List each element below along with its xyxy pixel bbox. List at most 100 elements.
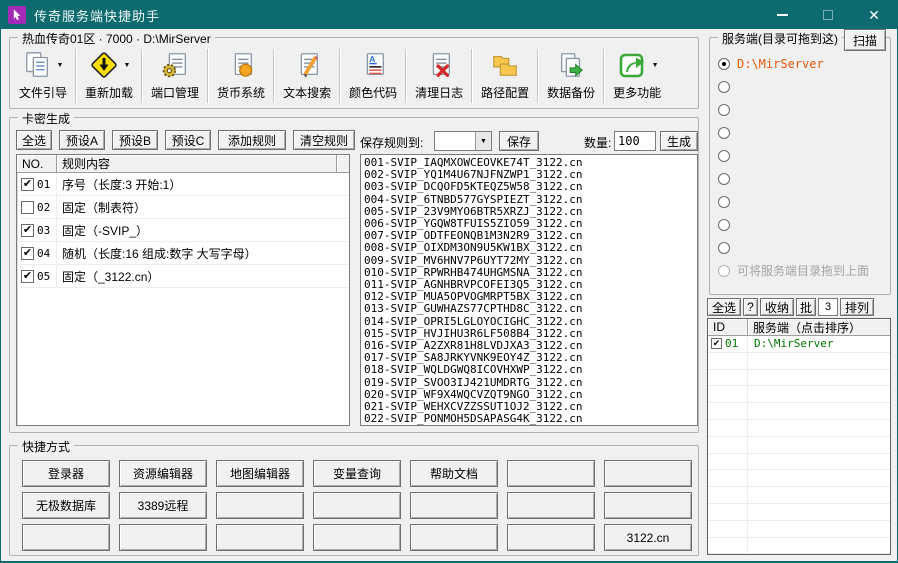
generated-code-item[interactable]: 018-SVIP_WQLDGWQ8ICOVHXWP_3122.cn bbox=[364, 364, 694, 376]
rules-col-content[interactable]: 规则内容 bbox=[57, 155, 337, 173]
server-slot-6[interactable] bbox=[718, 167, 886, 190]
server-slot-5[interactable] bbox=[718, 144, 886, 167]
rule-row[interactable]: ✔05固定（_3122.cn） bbox=[17, 265, 349, 288]
server-slot-10[interactable]: 可将服务端目录拖到上面 bbox=[718, 259, 886, 282]
radio-icon[interactable] bbox=[718, 196, 730, 208]
add-rule-button[interactable]: 添加规则 bbox=[218, 130, 286, 150]
server-slot-9[interactable] bbox=[718, 236, 886, 259]
shortcut-button-1-3[interactable]: 地图编辑器 bbox=[216, 460, 304, 487]
rule-checkbox[interactable] bbox=[21, 201, 34, 214]
toolbar-button-text-search[interactable]: 文本搜索 bbox=[278, 46, 336, 106]
rule-row[interactable]: 02固定（制表符） bbox=[17, 196, 349, 219]
rule-row[interactable]: ✔04随机（长度:16 组成:数字 大写字母） bbox=[17, 242, 349, 265]
toolbar-button-reload[interactable]: ▼重新加载 bbox=[80, 46, 138, 106]
generated-code-item[interactable]: 008-SVIP_OIXDM3ON9U5KW1BX_3122.cn bbox=[364, 242, 694, 254]
generated-code-item[interactable]: 009-SVIP_MV6HNV7P6UYT72MY_3122.cn bbox=[364, 255, 694, 267]
shortcut-button-empty[interactable] bbox=[507, 460, 595, 487]
server-col-path[interactable]: 服务端（点击排序） bbox=[748, 319, 890, 336]
toolbar-button-clean-log[interactable]: 清理日志 bbox=[410, 46, 468, 106]
shortcut-button-1-1[interactable]: 登录器 bbox=[22, 460, 110, 487]
rule-checkbox[interactable]: ✔ bbox=[21, 224, 34, 237]
combobox-arrow-icon[interactable]: ▼ bbox=[475, 132, 491, 150]
toolbar-button-currency[interactable]: 货币系统 bbox=[212, 46, 270, 106]
rule-row[interactable]: ✔01序号（长度:3 开始:1） bbox=[17, 173, 349, 196]
server-slot-3[interactable] bbox=[718, 98, 886, 121]
rule-checkbox[interactable]: ✔ bbox=[21, 270, 34, 283]
arrange-button[interactable]: 排列 bbox=[840, 298, 874, 316]
rule-row[interactable]: ✔03固定（-SVIP_） bbox=[17, 219, 349, 242]
server-slot-7[interactable] bbox=[718, 190, 886, 213]
radio-icon[interactable] bbox=[718, 150, 730, 162]
shortcut-button-empty[interactable] bbox=[313, 492, 401, 519]
generated-codes-list[interactable]: 001-SVIP_IAQMXOWCEOVKE74T_3122.cn002-SVI… bbox=[360, 154, 698, 426]
shortcut-button-empty[interactable] bbox=[313, 524, 401, 551]
radio-icon[interactable] bbox=[718, 104, 730, 116]
server-slot-2[interactable] bbox=[718, 75, 886, 98]
quantity-input[interactable]: 100 bbox=[614, 131, 656, 151]
radio-icon[interactable] bbox=[718, 81, 730, 93]
toolbar-button-path-config[interactable]: 路径配置 bbox=[476, 46, 534, 106]
shortcut-button-3-7[interactable]: 3122.cn bbox=[604, 524, 692, 551]
shortcut-button-1-2[interactable]: 资源编辑器 bbox=[119, 460, 207, 487]
rule-checkbox[interactable]: ✔ bbox=[21, 247, 34, 260]
server-slot-1[interactable]: D:\MirServer bbox=[718, 52, 886, 75]
help-button[interactable]: ? bbox=[743, 298, 758, 316]
preset-c-button[interactable]: 预设C bbox=[165, 130, 211, 150]
shortcut-button-empty[interactable] bbox=[410, 524, 498, 551]
shortcut-button-empty[interactable] bbox=[22, 524, 110, 551]
shortcut-button-empty[interactable] bbox=[604, 460, 692, 487]
save-button[interactable]: 保存 bbox=[499, 131, 539, 151]
radio-icon[interactable] bbox=[718, 219, 730, 231]
shortcut-button-2-2[interactable]: 3389远程 bbox=[119, 492, 207, 519]
dropdown-arrow-icon[interactable]: ▼ bbox=[652, 62, 659, 69]
shortcut-button-1-5[interactable]: 帮助文档 bbox=[410, 460, 498, 487]
preset-a-button[interactable]: 预设A bbox=[59, 130, 105, 150]
select-all-rules-button[interactable]: 全选 bbox=[16, 130, 52, 150]
rules-col-no[interactable]: NO. bbox=[17, 155, 57, 173]
server-slot-4[interactable] bbox=[718, 121, 886, 144]
scan-button[interactable]: 扫描 bbox=[844, 29, 886, 51]
toolbar-button-data-backup[interactable]: 数据备份 bbox=[542, 46, 600, 106]
generated-code-item[interactable]: 014-SVIP_OPRI5LGLOYOCIGHC_3122.cn bbox=[364, 316, 694, 328]
generated-code-item[interactable]: 022-SVIP_PONMOH5DSAPASG4K_3122.cn bbox=[364, 413, 694, 425]
shortcut-button-2-1[interactable]: 无极数据库 bbox=[22, 492, 110, 519]
shortcut-button-empty[interactable] bbox=[507, 524, 595, 551]
batch-button[interactable]: 批 bbox=[796, 298, 816, 316]
save-target-combobox[interactable]: ▼ bbox=[434, 131, 492, 151]
generate-button[interactable]: 生成 bbox=[660, 131, 698, 151]
dropdown-arrow-icon[interactable]: ▼ bbox=[124, 62, 131, 69]
clear-rules-button[interactable]: 清空规则 bbox=[293, 130, 355, 150]
shortcut-button-1-4[interactable]: 变量查询 bbox=[313, 460, 401, 487]
shortcut-button-empty[interactable] bbox=[507, 492, 595, 519]
shortcut-button-empty[interactable] bbox=[604, 492, 692, 519]
server-slot-8[interactable] bbox=[718, 213, 886, 236]
toolbar-button-more-functions[interactable]: ▼更多功能 bbox=[608, 46, 666, 106]
close-button[interactable]: ✕ bbox=[851, 1, 897, 29]
shortcut-button-empty[interactable] bbox=[119, 524, 207, 551]
batch-count-input[interactable]: 3 bbox=[818, 298, 838, 316]
shortcut-button-empty[interactable] bbox=[216, 492, 304, 519]
radio-icon[interactable] bbox=[718, 173, 730, 185]
generated-code-item[interactable]: 003-SVIP_DCQOFD5KTEQZ5W58_3122.cn bbox=[364, 181, 694, 193]
generated-code-item[interactable]: 004-SVIP_6TNBD577GYSPIEZT_3122.cn bbox=[364, 194, 694, 206]
rule-checkbox[interactable]: ✔ bbox=[21, 178, 34, 191]
radio-icon[interactable] bbox=[718, 242, 730, 254]
minimize-button[interactable] bbox=[759, 1, 805, 29]
server-col-id[interactable]: ID bbox=[708, 319, 748, 336]
toolbar-button-port-manage[interactable]: 端口管理 bbox=[146, 46, 204, 106]
server-checkbox[interactable]: ✔ bbox=[711, 338, 722, 349]
radio-icon[interactable] bbox=[718, 127, 730, 139]
select-all-servers-button[interactable]: 全选 bbox=[707, 298, 741, 316]
radio-icon[interactable] bbox=[718, 58, 730, 70]
generated-code-item[interactable]: 013-SVIP_GUWHAZS77CPTHD8C_3122.cn bbox=[364, 303, 694, 315]
shortcut-button-empty[interactable] bbox=[216, 524, 304, 551]
preset-b-button[interactable]: 预设B bbox=[112, 130, 158, 150]
radio-icon[interactable] bbox=[718, 265, 730, 277]
server-row[interactable]: ✔01D:\MirServer bbox=[708, 336, 890, 353]
shortcut-button-empty[interactable] bbox=[410, 492, 498, 519]
dropdown-arrow-icon[interactable]: ▼ bbox=[57, 62, 64, 69]
maximize-button[interactable] bbox=[805, 1, 851, 29]
toolbar-button-color-code[interactable]: A颜色代码 bbox=[344, 46, 402, 106]
toolbar-button-file-guide[interactable]: ▼文件引导 bbox=[14, 46, 72, 106]
collect-button[interactable]: 收纳 bbox=[760, 298, 794, 316]
